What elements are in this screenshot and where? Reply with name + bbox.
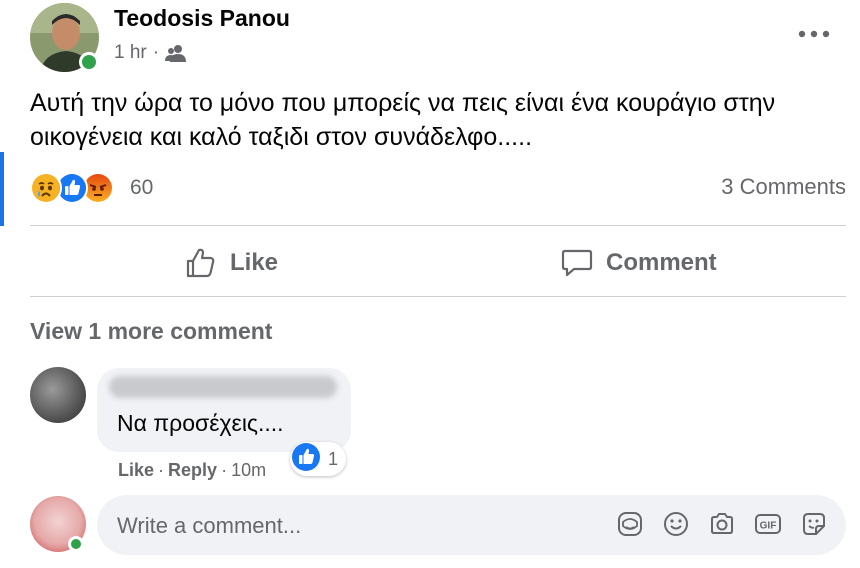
scroll-accent-bar	[0, 152, 4, 226]
commenter-avatar[interactable]	[30, 367, 86, 423]
comment-composer: GIF	[97, 495, 846, 555]
reaction-summary[interactable]: 60	[30, 172, 153, 204]
avatar-sticker-icon[interactable]	[616, 510, 644, 538]
comment-text: Να προσέχεις....	[117, 410, 284, 436]
like-button-label: Like	[230, 249, 279, 276]
more-options-icon[interactable]	[796, 22, 832, 46]
author-name[interactable]: Teodosis Panou	[114, 5, 290, 32]
reaction-count: 60	[130, 176, 154, 199]
thumbs-up-icon	[184, 246, 230, 280]
divider	[30, 296, 846, 297]
comment-time[interactable]: 10m	[231, 460, 266, 481]
comment-button[interactable]: Comment	[560, 238, 717, 288]
post-text: Αυτή την ώρα το μόνο που μπορείς να πεις…	[30, 89, 776, 151]
post-card: Teodosis Panou 1 hr · Αυτή την ώρα το μό…	[0, 0, 860, 568]
divider	[30, 225, 846, 226]
comment-like-count: 1	[328, 448, 339, 469]
comment-bubble-icon	[560, 246, 606, 280]
online-status-dot	[68, 536, 84, 552]
write-comment-input[interactable]	[117, 512, 577, 540]
gif-icon[interactable]: GIF	[754, 510, 782, 538]
sticker-icon[interactable]	[800, 510, 828, 538]
comment-reaction-badge[interactable]: 1	[290, 442, 347, 476]
like-button[interactable]: Like	[184, 238, 278, 288]
meta-separator: ·	[152, 42, 160, 63]
online-status-dot	[79, 52, 99, 72]
comments-count-link[interactable]: 3 Comments	[721, 174, 846, 200]
view-more-comments-link[interactable]: View 1 more comment	[30, 318, 272, 345]
comment-actions: Like · Reply · 10m	[118, 460, 266, 481]
composer-icons: GIF	[616, 510, 828, 538]
like-icon	[292, 442, 320, 476]
comment-action-separator: ·	[158, 460, 165, 480]
commenter-name-redacted	[109, 376, 337, 398]
comment-bubble: Να προσέχεις....	[97, 368, 351, 452]
post-time[interactable]: 1 hr	[114, 42, 147, 64]
post-meta: 1 hr ·	[114, 42, 187, 64]
svg-text:GIF: GIF	[760, 521, 777, 532]
friends-icon[interactable]	[165, 44, 187, 62]
sad-icon	[30, 172, 62, 204]
comment-action-separator: ·	[221, 460, 228, 480]
emoji-icon[interactable]	[662, 510, 690, 538]
comment-reply-link[interactable]: Reply	[168, 460, 217, 481]
comment-button-label: Comment	[606, 249, 717, 276]
comment-like-link[interactable]: Like	[118, 460, 154, 481]
camera-icon[interactable]	[708, 510, 736, 538]
